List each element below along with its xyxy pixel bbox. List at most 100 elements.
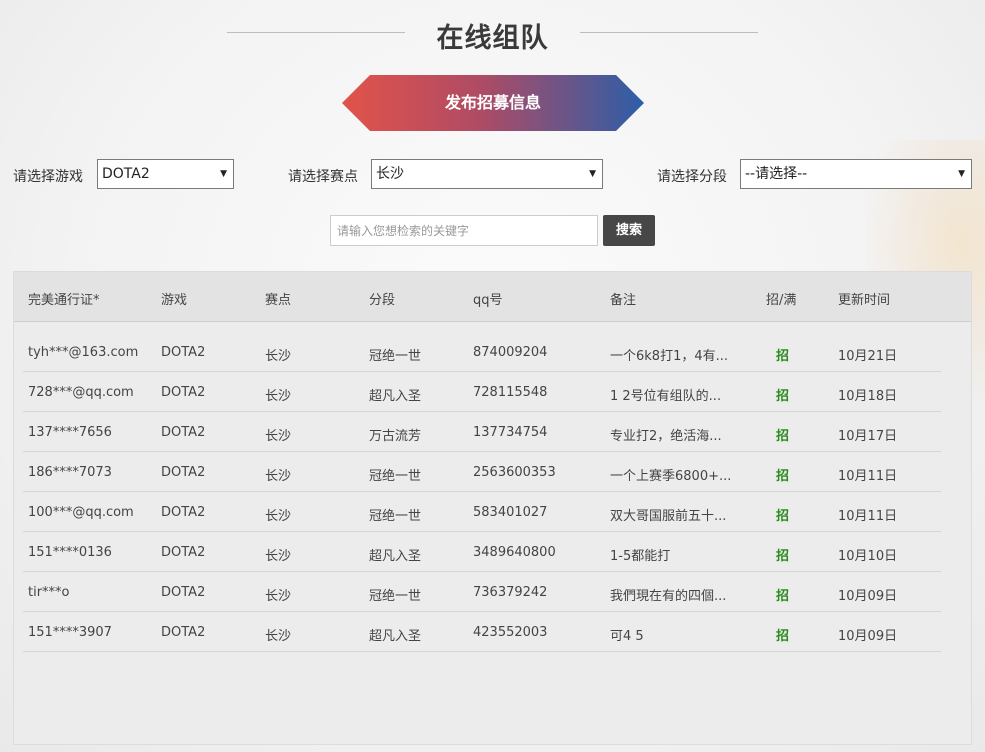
cell-game: DOTA2 [161, 385, 206, 400]
cell-updated: 10月17日 [838, 429, 898, 444]
venue-filter-label: 请选择赛点 [288, 169, 358, 185]
column-header-qq: qq号 [473, 293, 503, 308]
cell-qq: 736379242 [473, 585, 548, 600]
column-header-account: 完美通行证* [28, 293, 100, 308]
rank-select-value: --请选择-- [745, 166, 808, 182]
column-header-status: 招/满 [766, 293, 797, 308]
table-row[interactable]: 100***@qq.com DOTA2 长沙 冠绝一世 583401027 双大哥国服前五… [23, 493, 941, 532]
dropdown-arrow-icon: ▼ [958, 169, 965, 179]
cell-venue: 长沙 [265, 389, 292, 404]
cell-game: DOTA2 [161, 425, 206, 440]
cell-qq: 423552003 [473, 625, 548, 640]
cell-status: 招 [776, 469, 790, 484]
cell-qq: 874009204 [473, 345, 548, 360]
cell-game: DOTA2 [161, 465, 206, 480]
cell-updated: 10月10日 [838, 549, 898, 564]
cell-updated: 10月09日 [838, 589, 898, 604]
cell-rank: 冠绝一世 [369, 349, 422, 364]
cell-game: DOTA2 [161, 505, 206, 520]
cell-note: 我們現在有的四個... [610, 589, 727, 604]
cell-qq: 583401027 [473, 505, 548, 520]
cell-venue: 长沙 [265, 429, 292, 444]
game-select-value: DOTA2 [102, 166, 150, 182]
table-row[interactable]: 186****7073 DOTA2 长沙 冠绝一世 2563600353 一个上赛季680… [23, 453, 941, 492]
cell-account: tir***o [28, 585, 70, 600]
cell-venue: 长沙 [265, 349, 292, 364]
cell-venue: 长沙 [265, 549, 292, 564]
cell-note: 一个6k8打1，4有... [610, 349, 729, 364]
cell-status: 招 [776, 429, 790, 444]
cell-account: 728***@qq.com [28, 385, 134, 400]
cell-rank: 冠绝一世 [369, 589, 422, 604]
cell-status: 招 [776, 589, 790, 604]
column-header-game: 游戏 [161, 293, 188, 308]
cell-note: 双大哥国服前五十... [610, 509, 727, 524]
table-row[interactable]: tir***o DOTA2 长沙 冠绝一世 736379242 我們現在有的四個... 招 1… [23, 573, 941, 612]
table-row[interactable]: 151****0136 DOTA2 长沙 超凡入圣 3489640800 1-5都能打 招 1… [23, 533, 941, 572]
column-header-updated: 更新时间 [838, 293, 891, 308]
cell-rank: 冠绝一世 [369, 469, 422, 484]
cell-game: DOTA2 [161, 345, 206, 360]
cell-updated: 10月21日 [838, 349, 898, 364]
cell-status: 招 [776, 349, 790, 364]
cell-venue: 长沙 [265, 469, 292, 484]
cell-account: 100***@qq.com [28, 505, 134, 520]
cell-updated: 10月18日 [838, 389, 898, 404]
cell-updated: 10月11日 [838, 469, 898, 484]
cell-note: 一个上赛季6800+... [610, 469, 732, 484]
venue-select-value: 长沙 [376, 166, 404, 182]
cell-venue: 长沙 [265, 629, 292, 644]
title-divider-right [580, 32, 758, 33]
cell-account: 186****7073 [28, 465, 112, 480]
publish-recruit-button[interactable]: 发布招募信息 [342, 75, 644, 131]
cell-account: 151****3907 [28, 625, 112, 640]
cell-rank: 超凡入圣 [369, 629, 422, 644]
rank-filter-label: 请选择分段 [657, 169, 727, 185]
cell-note: 1-5都能打 [610, 549, 671, 564]
cell-status: 招 [776, 509, 790, 524]
cell-account: tyh***@163.com [28, 345, 139, 360]
cell-note: 专业打2，绝活海... [610, 429, 722, 444]
cell-rank: 超凡入圣 [369, 549, 422, 564]
cell-rank: 万古流芳 [369, 429, 422, 444]
column-header-rank: 分段 [369, 293, 396, 308]
cell-rank: 冠绝一世 [369, 509, 422, 524]
cell-updated: 10月09日 [838, 629, 898, 644]
cell-updated: 10月11日 [838, 509, 898, 524]
game-select[interactable]: DOTA2 ▼ [97, 159, 234, 189]
table-header: 完美通行证* 游戏 赛点 分段 qq号 备注 招/满 更新时间 [14, 272, 971, 322]
table-row[interactable]: 151****3907 DOTA2 长沙 超凡入圣 423552003 可4 5 招 10月0… [23, 613, 941, 652]
cell-note: 可4 5 [610, 629, 644, 644]
column-header-note: 备注 [610, 293, 637, 308]
table-row[interactable]: tyh***@163.com DOTA2 长沙 冠绝一世 874009204 一个6k8打… [23, 333, 941, 372]
cell-game: DOTA2 [161, 545, 206, 560]
game-filter-label: 请选择游戏 [13, 169, 83, 185]
cell-game: DOTA2 [161, 625, 206, 640]
dropdown-arrow-icon: ▼ [589, 169, 596, 179]
cell-qq: 728115548 [473, 385, 548, 400]
cell-note: 1 2号位有组队的... [610, 389, 722, 404]
cell-account: 137****7656 [28, 425, 112, 440]
cell-venue: 长沙 [265, 509, 292, 524]
title-row: 在线组队 [0, 14, 985, 54]
cell-qq: 2563600353 [473, 465, 556, 480]
team-table: 完美通行证* 游戏 赛点 分段 qq号 备注 招/满 更新时间 tyh***@1… [13, 271, 972, 745]
search-input[interactable] [330, 215, 598, 246]
cell-venue: 长沙 [265, 589, 292, 604]
table-row[interactable]: 137****7656 DOTA2 长沙 万古流芳 137734754 专业打2，绝活海.… [23, 413, 941, 452]
cell-qq: 3489640800 [473, 545, 556, 560]
dropdown-arrow-icon: ▼ [220, 169, 227, 179]
table-row[interactable]: 728***@qq.com DOTA2 长沙 超凡入圣 728115548 1 2号位有组… [23, 373, 941, 412]
rank-select[interactable]: --请选择-- ▼ [740, 159, 972, 189]
cell-status: 招 [776, 389, 790, 404]
cell-rank: 超凡入圣 [369, 389, 422, 404]
search-button[interactable]: 搜索 [603, 215, 655, 246]
column-header-venue: 赛点 [265, 293, 292, 308]
cell-status: 招 [776, 549, 790, 564]
cell-game: DOTA2 [161, 585, 206, 600]
venue-select[interactable]: 长沙 ▼ [371, 159, 603, 189]
table-body: tyh***@163.com DOTA2 长沙 冠绝一世 874009204 一个6k8打… [23, 333, 941, 653]
cell-account: 151****0136 [28, 545, 112, 560]
cell-qq: 137734754 [473, 425, 548, 440]
cell-status: 招 [776, 629, 790, 644]
